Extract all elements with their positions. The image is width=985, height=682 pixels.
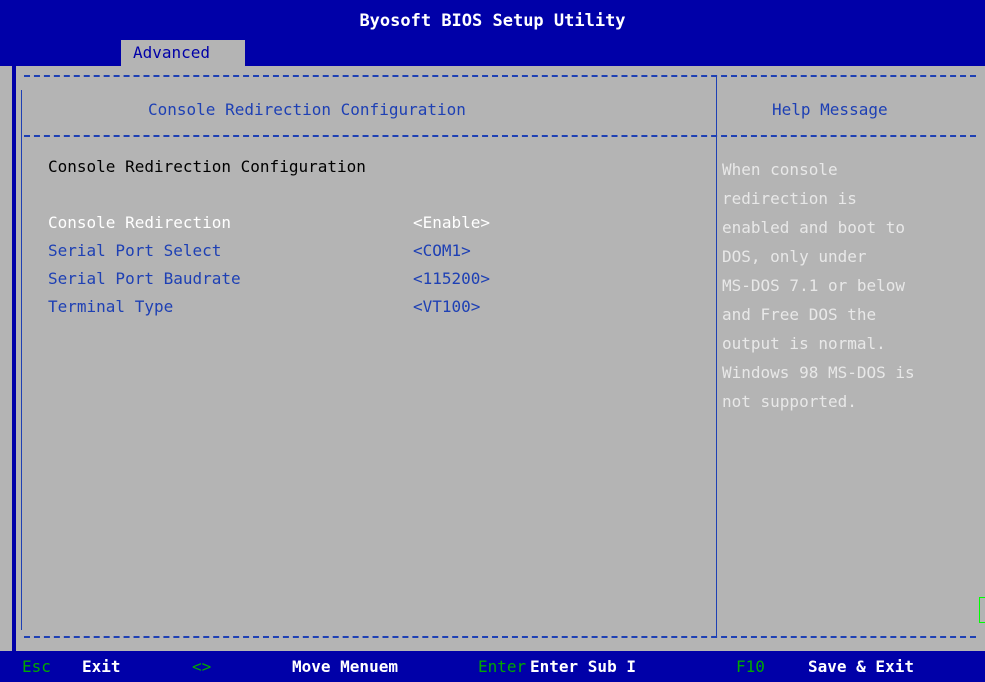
help-title: Help Message <box>772 100 888 119</box>
setting-value[interactable]: <Enable> <box>413 213 490 232</box>
section-title: Console Redirection Configuration <box>48 157 366 176</box>
header-divider <box>24 135 976 137</box>
enter-key: Enter <box>478 657 527 676</box>
save-exit-action[interactable]: Save & Exit <box>808 651 914 682</box>
title-bar: Byosoft BIOS Setup Utility Advanced <box>0 0 985 66</box>
setting-value[interactable]: <COM1> <box>413 241 471 260</box>
setting-label: Terminal Type <box>48 297 174 316</box>
exit-action[interactable]: Exit <box>82 651 121 682</box>
scroll-indicator <box>979 597 985 623</box>
help-message: When console redirection is enabled and … <box>722 160 915 411</box>
setting-console-redirection[interactable]: Console Redirection <Enable> <box>48 213 490 232</box>
window-title: Byosoft BIOS Setup Utility <box>359 11 626 31</box>
key-help-bar: Esc Exit <> Move Menuem Enter Enter Sub … <box>0 651 985 682</box>
page-title: Console Redirection Configuration <box>148 100 466 119</box>
left-border <box>21 90 22 630</box>
setting-serial-port-select[interactable]: Serial Port Select <COM1> <box>48 241 471 260</box>
esc-key: Esc <box>22 657 51 676</box>
enter-sub-action[interactable]: Enter Sub I <box>530 651 636 682</box>
setting-terminal-type[interactable]: Terminal Type <VT100> <box>48 297 480 316</box>
setting-label: Console Redirection <box>48 213 232 232</box>
setting-serial-port-baudrate[interactable]: Serial Port Baudrate <115200> <box>48 269 490 288</box>
setting-value[interactable]: <115200> <box>413 269 490 288</box>
setting-label: Serial Port Select <box>48 241 222 260</box>
arrows-key: <> <box>192 657 212 676</box>
setting-label: Serial Port Baudrate <box>48 269 241 288</box>
f10-key: F10 <box>736 657 765 676</box>
move-menu-action[interactable]: Move Menuem <box>292 651 398 682</box>
setting-value[interactable]: <VT100> <box>413 297 480 316</box>
top-divider <box>24 75 976 77</box>
bottom-divider <box>24 636 976 638</box>
column-separator <box>716 76 717 636</box>
tab-advanced[interactable]: Advanced <box>121 40 245 66</box>
